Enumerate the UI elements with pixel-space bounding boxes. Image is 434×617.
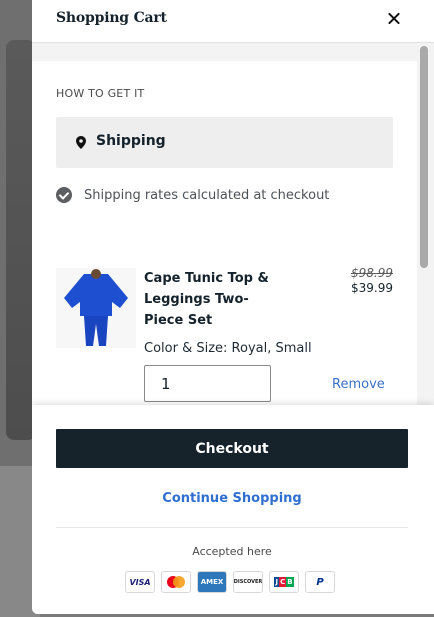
mastercard-icon [161,571,191,593]
quantity-input[interactable] [144,365,271,402]
product-image [56,268,136,348]
paypal-icon: P [305,571,335,593]
product-name[interactable]: Cape Tunic Top & Leggings Two-Piece Set [144,268,284,331]
amex-icon: AMEX [197,571,227,593]
shipping-note-text: Shipping rates calculated at checkout [84,188,330,203]
checkout-button[interactable]: Checkout [56,429,408,468]
jcb-icon: JCB [269,571,299,593]
accepted-payments-label: Accepted here [192,545,272,558]
discover-icon: DISCOVER [233,571,263,593]
footer-divider [56,527,408,528]
fulfillment-heading: HOW TO GET IT [56,87,145,100]
cart-drawer: Shopping Cart HOW TO GET IT Shipping Shi… [32,0,434,614]
visa-icon: VISA [125,571,155,593]
cart-footer: Checkout Continue Shopping Accepted here… [32,405,434,614]
scrollbar-thumb[interactable] [420,46,428,268]
original-price: $98.99 [351,266,393,280]
continue-shopping-link[interactable]: Continue Shopping [32,491,432,506]
cart-line-item: Cape Tunic Top & Leggings Two-Piece Set … [32,244,417,405]
cart-header: Shopping Cart [32,0,434,43]
remove-item-link[interactable]: Remove [332,377,385,392]
close-icon[interactable] [384,9,404,29]
fulfillment-section: HOW TO GET IT Shipping Shipping rates ca… [32,61,417,271]
check-circle-icon [56,187,72,203]
location-pin-icon [76,136,86,149]
cart-title: Shopping Cart [56,10,167,26]
shipping-option-label: Shipping [96,133,166,149]
sale-price: $39.99 [351,281,393,295]
product-thumbnail[interactable] [56,268,136,348]
cart-scroll-area[interactable]: HOW TO GET IT Shipping Shipping rates ca… [32,43,434,405]
payment-methods: VISA AMEX DISCOVER JCB P [125,571,345,595]
shipping-option[interactable]: Shipping [56,117,393,168]
product-variant: Color & Size: Royal, Small [144,341,312,356]
